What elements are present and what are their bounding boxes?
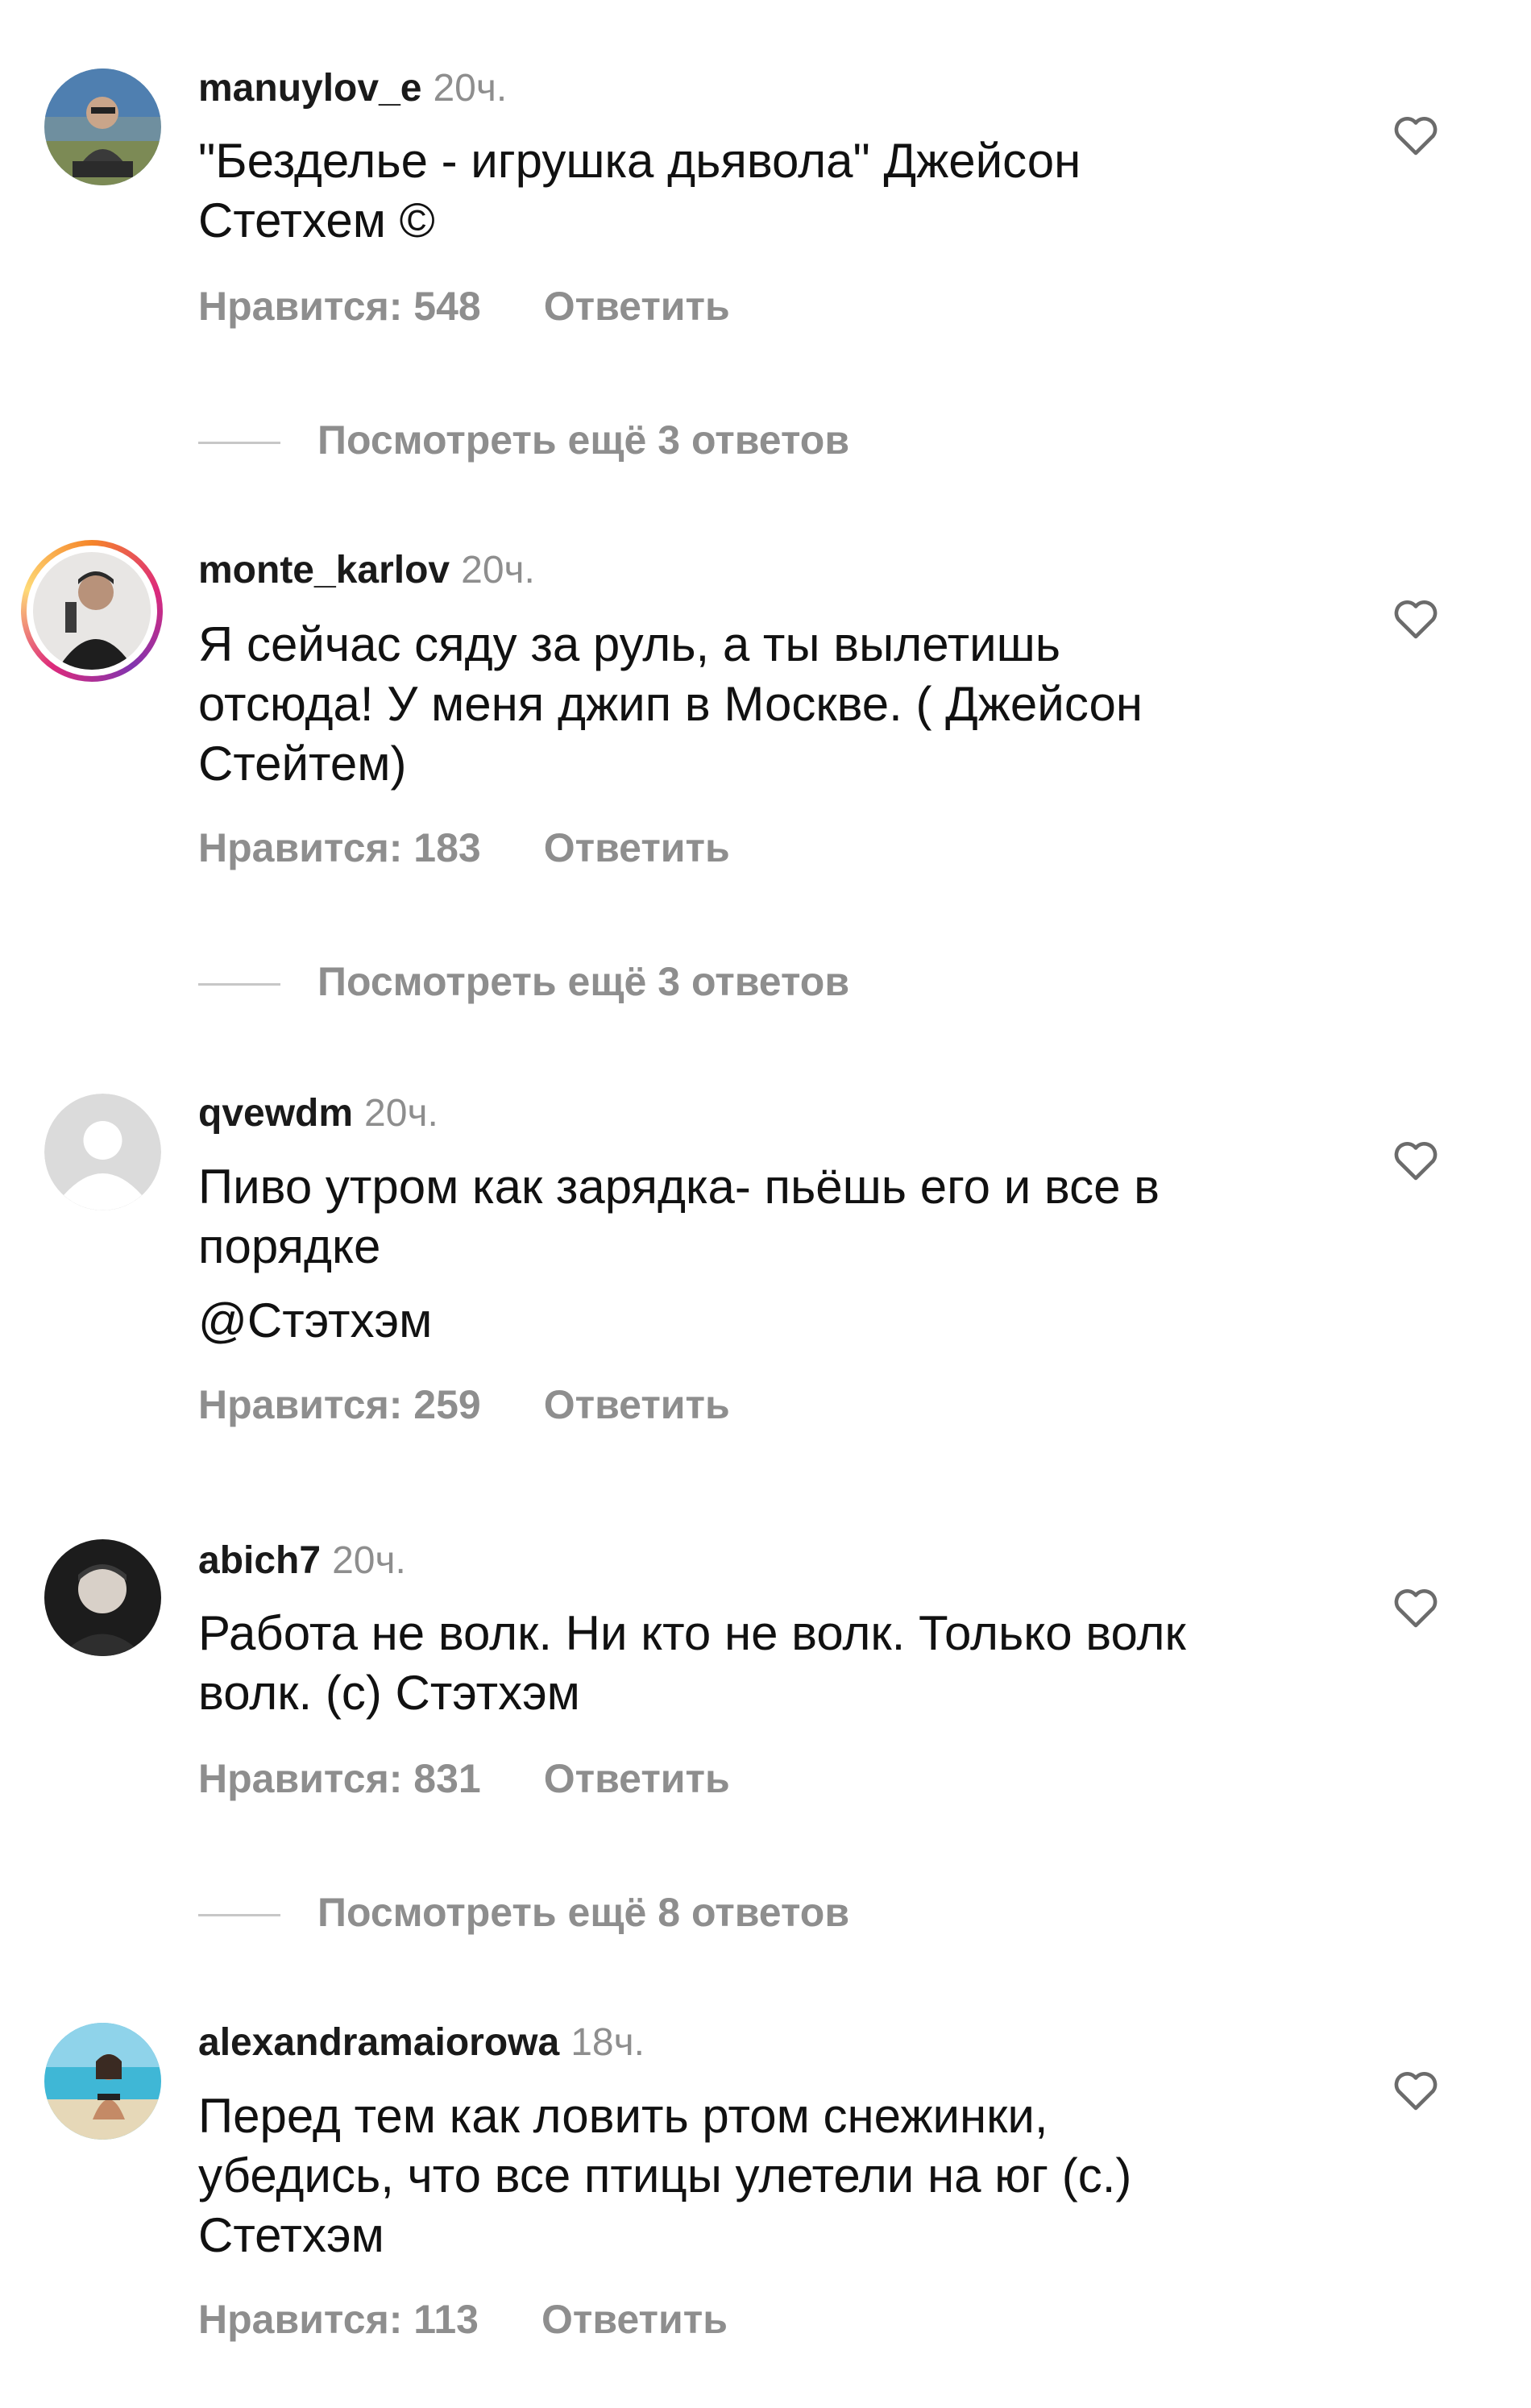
reply-button[interactable]: Ответить	[544, 1756, 730, 1801]
view-replies-label: Посмотреть ещё 3 ответов	[317, 959, 850, 1004]
timestamp: 20ч.	[461, 549, 535, 592]
replies-divider	[198, 983, 280, 986]
comment-line: Я сейчас сяду за руль, а ты вылетишь	[198, 617, 1060, 671]
reply-button[interactable]: Ответить	[544, 1382, 730, 1427]
comment-actions: Нравится: 259 Ответить	[198, 1380, 730, 1430]
view-replies-button[interactable]: Посмотреть ещё 3 ответов	[198, 957, 849, 1007]
comment-line: Стетхем ©	[198, 193, 435, 247]
comment-text: Я сейчас сяду за руль, а ты вылетишь отс…	[198, 615, 1367, 794]
username[interactable]: qvewdm	[198, 1092, 353, 1135]
reply-button[interactable]: Ответить	[544, 825, 730, 870]
comment-header: qvewdm 20ч.	[198, 1090, 438, 1138]
avatar[interactable]	[44, 2023, 161, 2140]
comment-text: Работа не волк. Ни кто не волк. Только в…	[198, 1604, 1367, 1723]
timestamp: 20ч.	[364, 1092, 438, 1135]
heart-icon[interactable]	[1392, 2068, 1439, 2111]
likes-count[interactable]: Нравится: 831	[198, 1756, 481, 1801]
comment-text: Пиво утром как зарядка- пьёшь его и все …	[198, 1157, 1367, 1351]
comment-actions: Нравится: 548 Ответить	[198, 281, 730, 331]
view-replies-label: Посмотреть ещё 8 ответов	[317, 1890, 850, 1935]
avatar[interactable]	[44, 69, 161, 185]
comment-line: Стетхэм	[198, 2208, 384, 2262]
comment-text: "Безделье - игрушка дьявола" Джейсон Сте…	[198, 131, 1367, 251]
comment-header: abich7 20ч.	[198, 1537, 406, 1585]
comment-actions: Нравится: 113 Ответить	[198, 2294, 728, 2344]
comment-line: волк. (с) Стэтхэм	[198, 1666, 580, 1720]
username[interactable]: alexandramaiorowa	[198, 2021, 559, 2064]
comment-line: Перед тем как ловить ртом снежинки,	[198, 2089, 1048, 2143]
comment-actions: Нравится: 183 Ответить	[198, 823, 730, 873]
reply-button[interactable]: Ответить	[544, 284, 730, 329]
likes-count[interactable]: Нравится: 183	[198, 825, 481, 870]
username[interactable]: monte_karlov	[198, 549, 450, 592]
view-replies-button[interactable]: Посмотреть ещё 3 ответов	[198, 415, 849, 465]
likes-count[interactable]: Нравится: 548	[198, 284, 481, 329]
reply-button[interactable]: Ответить	[541, 2297, 728, 2342]
comment-line: порядке	[198, 1219, 381, 1273]
replies-divider	[198, 442, 280, 445]
comment-line: "Безделье - игрушка дьявола" Джейсон	[198, 134, 1081, 188]
avatar	[33, 552, 151, 670]
heart-icon[interactable]	[1392, 113, 1439, 156]
comment-line: убедись, что все птицы улетели на юг (с.…	[198, 2149, 1132, 2202]
avatar-with-story-ring[interactable]	[21, 540, 163, 682]
heart-icon[interactable]	[1392, 1138, 1439, 1181]
likes-count[interactable]: Нравится: 259	[198, 1382, 481, 1427]
view-replies-button[interactable]: Посмотреть ещё 8 ответов	[198, 1887, 849, 1937]
likes-count[interactable]: Нравится: 113	[198, 2297, 479, 2342]
avatar[interactable]	[44, 1539, 161, 1656]
comment-text: Перед тем как ловить ртом снежинки, убед…	[198, 2086, 1367, 2265]
comment-header: alexandramaiorowa 18ч.	[198, 2019, 645, 2067]
comment-line: Работа не волк. Ни кто не волк. Только в…	[198, 1606, 1186, 1660]
comment-line: Пиво утром как зарядка- пьёшь его и все …	[198, 1160, 1160, 1214]
username[interactable]: manuylov_e	[198, 67, 421, 110]
default-avatar-icon[interactable]	[44, 1094, 161, 1210]
comment-line: отсюда! У меня джип в Москве. ( Джейсон	[198, 677, 1143, 731]
timestamp: 20ч.	[332, 1539, 406, 1582]
heart-icon[interactable]	[1392, 1585, 1439, 1629]
view-replies-label: Посмотреть ещё 3 ответов	[317, 417, 850, 463]
comment-line: Стейтем)	[198, 737, 407, 791]
username[interactable]: abich7	[198, 1539, 321, 1582]
comment-actions: Нравится: 831 Ответить	[198, 1754, 730, 1804]
replies-divider	[198, 1914, 280, 1917]
heart-icon[interactable]	[1392, 596, 1439, 640]
comment-header: manuylov_e 20ч.	[198, 64, 507, 113]
comment-header: monte_karlov 20ч.	[198, 546, 535, 595]
timestamp: 18ч.	[570, 2021, 645, 2064]
comment-mention[interactable]: @Стэтхэм	[198, 1291, 1367, 1351]
timestamp: 20ч.	[433, 67, 508, 110]
